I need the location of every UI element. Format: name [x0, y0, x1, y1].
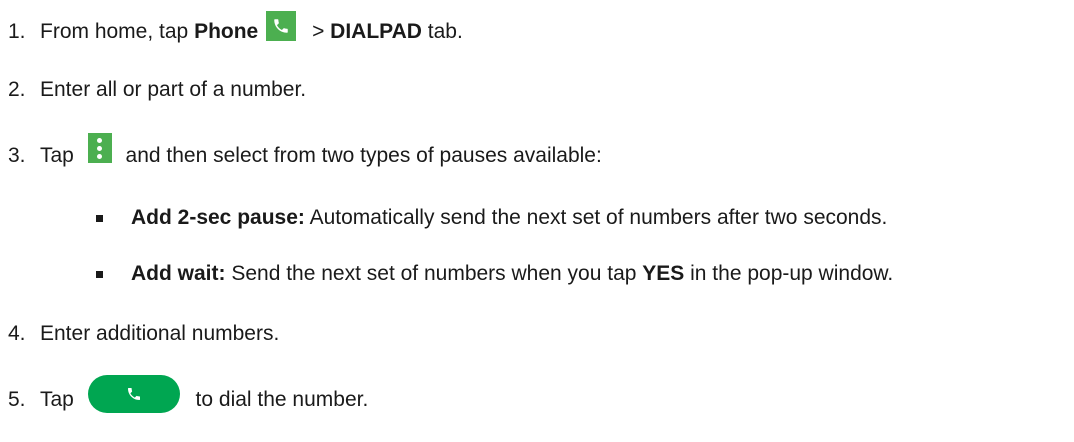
step-text: Tap [40, 144, 80, 167]
step-number: 3. [8, 144, 26, 167]
step-text: to dial the number. [189, 388, 369, 411]
step-1: 1. From home, tap Phone > DIALPAD tab. [8, 11, 463, 48]
step-5: 5. Tap to dial the number. [8, 375, 369, 416]
bullet-marker [96, 270, 103, 278]
step-number: 4. [8, 322, 26, 345]
dialpad-label: DIALPAD [330, 20, 422, 43]
step-text: Tap [40, 388, 80, 411]
more-vertical-icon [87, 133, 112, 163]
step-4: 4. Enter additional numbers. [8, 318, 279, 350]
step-text: Enter all or part of a number. [40, 78, 307, 101]
yes-label: YES [642, 262, 685, 285]
call-button-icon [87, 375, 180, 413]
pause-option-wait: Add wait: Send the next set of numbers w… [96, 258, 893, 290]
pause-option-2sec: Add 2-sec pause: Automatically send the … [96, 202, 887, 234]
step-text: > [306, 20, 331, 43]
step-number: 2. [8, 78, 26, 101]
step-2: 2. Enter all or part of a number. [8, 74, 306, 106]
instruction-steps: 1. From home, tap Phone > DIALPAD tab. 2… [0, 0, 1074, 442]
option-description: Send the next set of numbers when you ta… [225, 262, 643, 285]
step-number: 1. [8, 20, 26, 43]
step-text: tab. [421, 20, 463, 43]
step-text: and then select from two types of pauses… [119, 144, 602, 167]
phone-label: Phone [194, 20, 259, 43]
option-description: Automatically send the next set of numbe… [304, 206, 888, 229]
option-label: Add 2-sec pause: [131, 206, 305, 229]
step-text: From home, tap [40, 20, 195, 43]
step-3: 3. Tap and then select from two types of… [8, 133, 602, 172]
bullet-marker [96, 214, 103, 222]
option-description: in the pop-up window. [684, 262, 894, 285]
phone-icon [266, 11, 297, 41]
step-number: 5. [8, 388, 26, 411]
option-label: Add wait: [131, 262, 226, 285]
step-text: Enter additional numbers. [40, 322, 280, 345]
